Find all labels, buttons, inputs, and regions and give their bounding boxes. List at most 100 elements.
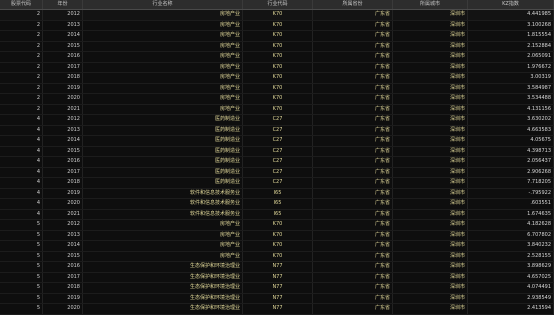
cell-year[interactable]: 2012 <box>43 10 83 20</box>
cell-stock-code[interactable]: 5 <box>0 293 43 303</box>
cell-city[interactable]: 深圳市 <box>393 73 468 83</box>
cell-province[interactable]: 广东省 <box>313 125 393 135</box>
cell-city[interactable]: 深圳市 <box>393 104 468 114</box>
cell-industry-code[interactable]: N77 <box>243 304 313 314</box>
cell-province[interactable]: 广东省 <box>313 31 393 41</box>
table-row[interactable]: 5 2013 房地产业 K70 广东省 深圳市 6.707802 <box>0 230 554 241</box>
table-row[interactable]: 4 2015 医药制造业 C27 广东省 深圳市 4.398713 <box>0 146 554 157</box>
cell-industry-name[interactable]: 房地产业 <box>83 31 243 41</box>
cell-industry-name[interactable]: 软件和信息技术服务业 <box>83 188 243 198</box>
cell-industry-code[interactable]: N77 <box>243 293 313 303</box>
cell-industry-name[interactable]: 房地产业 <box>83 251 243 261</box>
cell-stock-code[interactable]: 2 <box>0 31 43 41</box>
cell-industry-name[interactable]: 房地产业 <box>83 41 243 51</box>
cell-city[interactable]: 深圳市 <box>393 241 468 251</box>
cell-province[interactable]: 广东省 <box>313 293 393 303</box>
cell-industry-name[interactable]: 房地产业 <box>83 241 243 251</box>
cell-industry-name[interactable]: 房地产业 <box>83 104 243 114</box>
cell-stock-code[interactable]: 5 <box>0 220 43 230</box>
cell-year[interactable]: 2013 <box>43 20 83 30</box>
cell-stock-code[interactable]: 4 <box>0 136 43 146</box>
cell-industry-code[interactable]: K70 <box>243 230 313 240</box>
cell-industry-code[interactable]: C27 <box>243 115 313 125</box>
table-row[interactable]: 4 2017 医药制造业 C27 广东省 深圳市 2.906268 <box>0 167 554 178</box>
cell-city[interactable]: 深圳市 <box>393 272 468 282</box>
cell-stock-code[interactable]: 4 <box>0 146 43 156</box>
table-row[interactable]: 4 2018 医药制造业 C27 广东省 深圳市 7.718205 <box>0 178 554 189</box>
cell-industry-code[interactable]: I65 <box>243 209 313 219</box>
cell-year[interactable]: 2018 <box>43 283 83 293</box>
cell-year[interactable]: 2019 <box>43 188 83 198</box>
cell-year[interactable]: 2020 <box>43 94 83 104</box>
cell-stock-code[interactable]: 2 <box>0 83 43 93</box>
table-row[interactable]: 2 2016 房地产业 K70 广东省 深圳市 2.065091 <box>0 52 554 63</box>
cell-kz-index[interactable]: 3.584987 <box>468 83 554 93</box>
cell-city[interactable]: 深圳市 <box>393 304 468 314</box>
cell-stock-code[interactable]: 5 <box>0 251 43 261</box>
cell-industry-name[interactable]: 房地产业 <box>83 10 243 20</box>
cell-year[interactable]: 2016 <box>43 157 83 167</box>
cell-province[interactable]: 广东省 <box>313 241 393 251</box>
cell-kz-index[interactable]: 1.976672 <box>468 62 554 72</box>
table-row[interactable]: 4 2019 软件和信息技术服务业 I65 广东省 深圳市 -.795922 <box>0 188 554 199</box>
cell-year[interactable]: 2013 <box>43 230 83 240</box>
column-header-stock-code[interactable]: 股票代码 <box>0 0 43 9</box>
table-row[interactable]: 4 2012 医药制造业 C27 广东省 深圳市 3.630202 <box>0 115 554 126</box>
cell-industry-code[interactable]: K70 <box>243 220 313 230</box>
cell-industry-name[interactable]: 医药制造业 <box>83 125 243 135</box>
cell-city[interactable]: 深圳市 <box>393 146 468 156</box>
cell-province[interactable]: 广东省 <box>313 115 393 125</box>
cell-stock-code[interactable]: 4 <box>0 199 43 209</box>
cell-year[interactable]: 2015 <box>43 146 83 156</box>
cell-city[interactable]: 深圳市 <box>393 293 468 303</box>
column-header-city[interactable]: 所属城市 <box>393 0 468 9</box>
cell-industry-name[interactable]: 软件和信息技术服务业 <box>83 209 243 219</box>
column-header-province[interactable]: 所属省份 <box>313 0 393 9</box>
cell-city[interactable]: 深圳市 <box>393 262 468 272</box>
cell-stock-code[interactable]: 5 <box>0 241 43 251</box>
table-row[interactable]: 5 2012 房地产业 K70 广东省 深圳市 4.182628 <box>0 220 554 231</box>
cell-city[interactable]: 深圳市 <box>393 251 468 261</box>
cell-stock-code[interactable]: 2 <box>0 104 43 114</box>
cell-city[interactable]: 深圳市 <box>393 188 468 198</box>
cell-industry-name[interactable]: 医药制造业 <box>83 115 243 125</box>
cell-stock-code[interactable]: 4 <box>0 209 43 219</box>
cell-year[interactable]: 2015 <box>43 251 83 261</box>
cell-industry-name[interactable]: 房地产业 <box>83 52 243 62</box>
cell-industry-name[interactable]: 医药制造业 <box>83 167 243 177</box>
table-row[interactable]: 2 2018 房地产业 K70 广东省 深圳市 3.00319 <box>0 73 554 84</box>
cell-industry-code[interactable]: C27 <box>243 136 313 146</box>
cell-province[interactable]: 广东省 <box>313 178 393 188</box>
cell-industry-name[interactable]: 生态保护和环境治理业 <box>83 304 243 314</box>
cell-industry-code[interactable]: K70 <box>243 62 313 72</box>
cell-province[interactable]: 广东省 <box>313 283 393 293</box>
cell-industry-code[interactable]: C27 <box>243 146 313 156</box>
table-row[interactable]: 2 2013 房地产业 K70 广东省 深圳市 3.100268 <box>0 20 554 31</box>
cell-year[interactable]: 2015 <box>43 41 83 51</box>
table-row[interactable]: 5 2019 生态保护和环境治理业 N77 广东省 深圳市 2.938549 <box>0 293 554 304</box>
cell-city[interactable]: 深圳市 <box>393 230 468 240</box>
cell-province[interactable]: 广东省 <box>313 10 393 20</box>
cell-city[interactable]: 深圳市 <box>393 83 468 93</box>
cell-industry-code[interactable]: N77 <box>243 283 313 293</box>
table-row[interactable]: 4 2020 软件和信息技术服务业 I65 广东省 深圳市 .603551 <box>0 199 554 210</box>
cell-kz-index[interactable]: 3.534488 <box>468 94 554 104</box>
cell-province[interactable]: 广东省 <box>313 104 393 114</box>
cell-city[interactable]: 深圳市 <box>393 52 468 62</box>
cell-kz-index[interactable]: -.795922 <box>468 188 554 198</box>
cell-year[interactable]: 2014 <box>43 31 83 41</box>
cell-industry-name[interactable]: 房地产业 <box>83 20 243 30</box>
cell-kz-index[interactable]: 4.398713 <box>468 146 554 156</box>
cell-city[interactable]: 深圳市 <box>393 209 468 219</box>
table-row[interactable]: 2 2019 房地产业 K70 广东省 深圳市 3.584987 <box>0 83 554 94</box>
cell-city[interactable]: 深圳市 <box>393 167 468 177</box>
cell-industry-code[interactable]: C27 <box>243 167 313 177</box>
cell-stock-code[interactable]: 5 <box>0 304 43 314</box>
cell-industry-code[interactable]: K70 <box>243 73 313 83</box>
table-row[interactable]: 5 2017 生态保护和环境治理业 N77 广东省 深圳市 4.657025 <box>0 272 554 283</box>
cell-province[interactable]: 广东省 <box>313 209 393 219</box>
cell-stock-code[interactable]: 2 <box>0 20 43 30</box>
cell-kz-index[interactable]: 4.131156 <box>468 104 554 114</box>
cell-province[interactable]: 广东省 <box>313 272 393 282</box>
cell-industry-name[interactable]: 房地产业 <box>83 94 243 104</box>
